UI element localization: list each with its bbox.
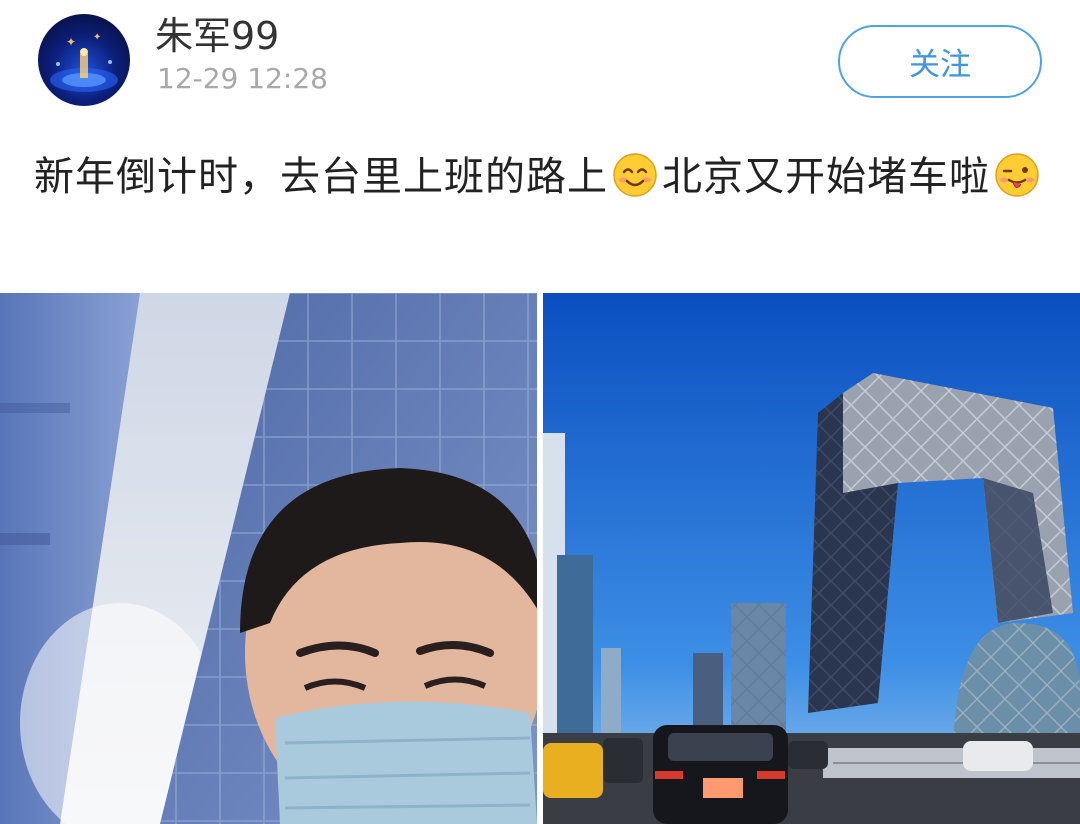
- svg-text:✦: ✦: [66, 35, 76, 49]
- svg-text:✦: ✦: [93, 32, 101, 43]
- author-avatar[interactable]: ✦ ✦: [38, 14, 130, 106]
- weibo-post: ✦ ✦ 朱军99 12-29 12:28 关注 新年倒计时，去台里上班的路上 北…: [0, 0, 1080, 824]
- post-text-part1: 新年倒计时，去台里上班的路上: [34, 154, 608, 200]
- selfie-image: [0, 293, 537, 824]
- author-name[interactable]: 朱军99: [155, 12, 279, 60]
- tongue-wink-emoji-icon: [995, 153, 1039, 197]
- avatar-image: ✦ ✦: [50, 32, 118, 92]
- smile-emoji-icon: [613, 153, 657, 197]
- post-timestamp: 12-29 12:28: [157, 62, 328, 95]
- cctv-building-traffic-photo[interactable]: [543, 293, 1080, 824]
- cctv-building-image: [543, 293, 1080, 824]
- post-content: 新年倒计时，去台里上班的路上 北京又开始堵车啦: [34, 146, 1044, 208]
- selfie-photo[interactable]: [0, 293, 537, 824]
- post-text-part2: 北京又开始堵车啦: [662, 154, 990, 200]
- follow-button[interactable]: 关注: [838, 25, 1042, 98]
